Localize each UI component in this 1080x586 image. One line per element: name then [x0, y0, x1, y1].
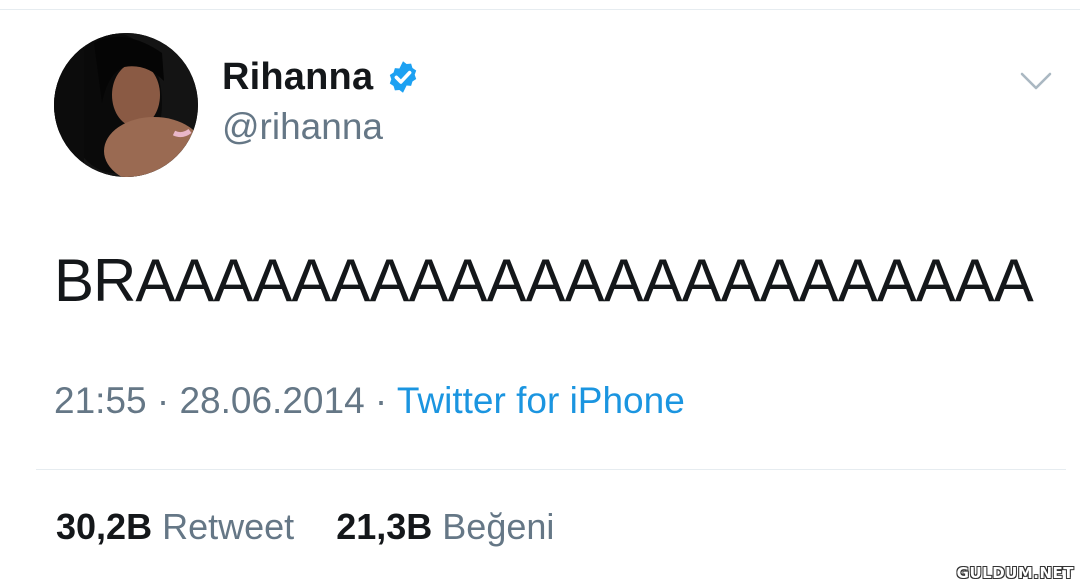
avatar[interactable] — [54, 33, 198, 177]
display-name[interactable]: Rihanna — [222, 56, 373, 99]
tweet-timestamp[interactable]: 21:55 · 28.06.2014 · — [54, 380, 397, 421]
avatar-photo — [54, 33, 198, 177]
watermark: GULDUM.NET — [956, 564, 1074, 582]
like-count[interactable]: 21,3B — [336, 506, 432, 547]
retweet-count[interactable]: 30,2B — [56, 506, 152, 547]
tweet-meta: 21:55 · 28.06.2014 · Twitter for iPhone — [54, 380, 685, 422]
author-name-row: Rihanna — [222, 54, 421, 100]
top-divider — [0, 9, 1080, 10]
chevron-down-icon[interactable] — [1018, 68, 1054, 94]
tweet-source-link[interactable]: Twitter for iPhone — [397, 380, 685, 421]
verified-badge-icon — [390, 61, 417, 93]
like-label[interactable]: Beğeni — [442, 506, 554, 547]
tweet-stats: 30,2B Retweet 21,3B Beğeni — [56, 506, 554, 548]
author-handle[interactable]: @rihanna — [222, 106, 383, 148]
retweet-label[interactable]: Retweet — [162, 506, 294, 547]
stats-divider — [36, 469, 1066, 470]
tweet-text: BRAAAAAAAAAAAAAAAAAAAAAAA — [54, 247, 1034, 314]
